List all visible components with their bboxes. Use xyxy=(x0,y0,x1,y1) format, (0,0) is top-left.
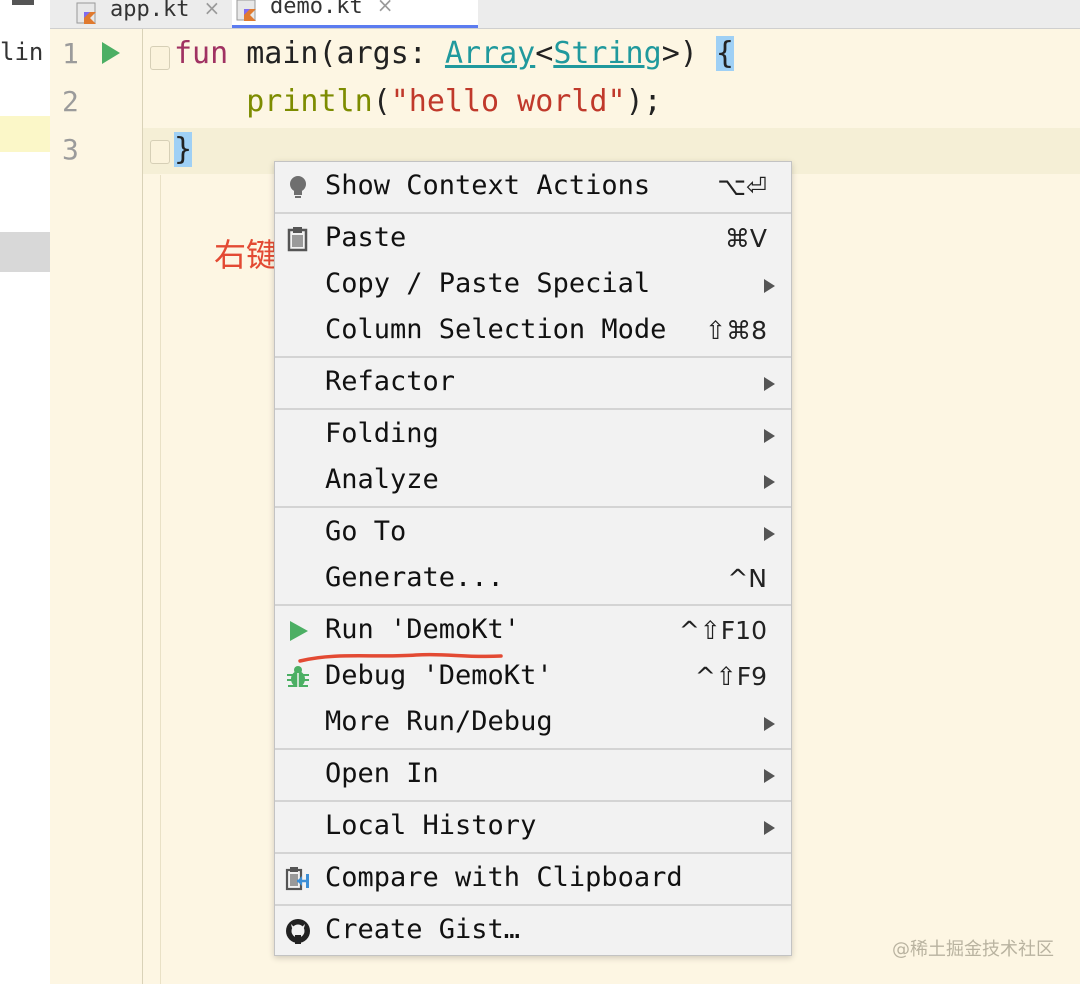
menu-separator xyxy=(275,904,791,906)
menu-item-label: Create Gist… xyxy=(325,914,521,945)
compare-clipboard-icon xyxy=(285,867,309,891)
menu-item-label: Column Selection Mode xyxy=(325,314,667,345)
keyword-fun: fun xyxy=(174,36,229,71)
menu-separator xyxy=(275,748,791,750)
line-number: 2 xyxy=(62,85,79,118)
menu-item-copy-paste-special[interactable]: Copy / Paste Special xyxy=(275,262,791,308)
submenu-arrow-icon xyxy=(764,769,775,783)
menu-item-label: Copy / Paste Special xyxy=(325,268,651,299)
menu-item-show-context-actions[interactable]: Show Context Actions ⌥⏎ xyxy=(275,164,791,210)
menu-item-label: Show Context Actions xyxy=(325,170,651,201)
shortcut-label: ^⇧F9 xyxy=(694,662,767,691)
brace-close: } xyxy=(174,132,193,167)
code-line-3[interactable]: } xyxy=(174,132,193,167)
indent-guide xyxy=(160,175,161,984)
submenu-arrow-icon xyxy=(764,821,775,835)
shortcut-label: ^⇧F10 xyxy=(678,616,767,645)
menu-item-label: Folding xyxy=(325,418,439,449)
shortcut-label: ⌥⏎ xyxy=(717,172,767,201)
menu-item-more-run-debug[interactable]: More Run/Debug xyxy=(275,700,791,746)
code-line-1[interactable]: fun main(args: Array<String>) { xyxy=(174,36,734,71)
editor-context-menu: Show Context Actions ⌥⏎ Paste ⌘V Copy / … xyxy=(274,161,792,956)
menu-separator xyxy=(275,408,791,410)
type-array[interactable]: Array xyxy=(445,36,535,71)
panel-toggle[interactable] xyxy=(12,0,34,5)
clipboard-icon xyxy=(287,227,308,252)
string-literal: "hello world" xyxy=(390,84,626,119)
shortcut-label: ⇧⌘8 xyxy=(705,316,767,345)
menu-separator xyxy=(275,212,791,214)
menu-separator xyxy=(275,800,791,802)
brace-open: { xyxy=(715,36,734,71)
shortcut-label: ^N xyxy=(727,564,767,593)
menu-item-label: Generate... xyxy=(325,562,504,593)
tab-label: demo.kt xyxy=(270,0,363,19)
menu-item-paste[interactable]: Paste ⌘V xyxy=(275,216,791,262)
project-row-highlight xyxy=(0,116,50,152)
type-string[interactable]: String xyxy=(553,36,661,71)
submenu-arrow-icon xyxy=(764,475,775,489)
line-number: 3 xyxy=(62,133,79,166)
run-icon xyxy=(290,621,308,641)
close-icon[interactable]: × xyxy=(377,0,394,17)
tab-app-kt[interactable]: app.kt × xyxy=(72,0,237,28)
fold-icon[interactable] xyxy=(150,46,170,70)
menu-item-create-gist[interactable]: Create Gist… xyxy=(275,908,791,954)
submenu-arrow-icon xyxy=(764,377,775,391)
menu-separator xyxy=(275,356,791,358)
lightbulb-icon xyxy=(290,176,306,198)
submenu-arrow-icon xyxy=(764,429,775,443)
run-gutter-icon[interactable] xyxy=(102,42,120,64)
red-underline-annotation xyxy=(298,652,503,663)
fold-icon[interactable] xyxy=(150,140,170,164)
kotlin-file-icon xyxy=(76,2,96,24)
menu-item-label: Run 'DemoKt' xyxy=(325,614,521,645)
menu-item-label: Open In xyxy=(325,758,439,789)
menu-separator xyxy=(275,604,791,606)
menu-separator xyxy=(275,852,791,854)
menu-item-label: Compare with Clipboard xyxy=(325,862,683,893)
menu-item-label: More Run/Debug xyxy=(325,706,553,737)
menu-item-label: Refactor xyxy=(325,366,456,397)
menu-item-column-selection-mode[interactable]: Column Selection Mode ⇧⌘8 xyxy=(275,308,791,354)
submenu-arrow-icon xyxy=(764,279,775,293)
close-icon[interactable]: × xyxy=(203,0,220,20)
watermark-text: @稀土掘金技术社区 xyxy=(892,939,1054,960)
shortcut-label: ⌘V xyxy=(724,224,767,253)
menu-item-label: Go To xyxy=(325,516,407,547)
code-line-2[interactable]: println("hello world"); xyxy=(174,84,662,119)
project-panel: lin xyxy=(0,0,51,984)
menu-item-folding[interactable]: Folding xyxy=(275,412,791,458)
paren-close: ); xyxy=(625,84,662,119)
right-click-annotation: 右键 xyxy=(214,236,279,274)
kotlin-file-icon xyxy=(236,0,256,21)
project-tree-text[interactable]: lin xyxy=(0,38,43,66)
menu-item-compare-with-clipboard[interactable]: Compare with Clipboard xyxy=(275,856,791,902)
call-println: println xyxy=(246,84,373,119)
menu-item-analyze[interactable]: Analyze xyxy=(275,458,791,504)
paren-open: ( xyxy=(372,84,391,119)
menu-separator xyxy=(275,506,791,508)
menu-item-refactor[interactable]: Refactor xyxy=(275,360,791,406)
signature-close: >) xyxy=(661,36,716,71)
tab-label: app.kt xyxy=(110,0,190,22)
menu-item-open-in[interactable]: Open In xyxy=(275,752,791,798)
line-number: 1 xyxy=(62,37,79,70)
submenu-arrow-icon xyxy=(764,717,775,731)
editor-gutter[interactable]: 1 2 3 xyxy=(50,29,143,984)
editor-tab-bar: app.kt × demo.kt × xyxy=(50,0,1080,29)
menu-item-go-to[interactable]: Go To xyxy=(275,510,791,556)
menu-item-label: Analyze xyxy=(325,464,439,495)
menu-item-local-history[interactable]: Local History xyxy=(275,804,791,850)
github-icon xyxy=(286,919,310,944)
tab-demo-kt[interactable]: demo.kt × xyxy=(232,0,478,28)
project-row-selected[interactable] xyxy=(0,232,50,272)
function-signature: main(args: xyxy=(228,36,445,71)
menu-item-label: Paste xyxy=(325,222,407,253)
generic-open: < xyxy=(535,36,554,71)
menu-item-generate[interactable]: Generate... ^N xyxy=(275,556,791,602)
menu-item-label: Local History xyxy=(325,810,537,841)
submenu-arrow-icon xyxy=(764,527,775,541)
